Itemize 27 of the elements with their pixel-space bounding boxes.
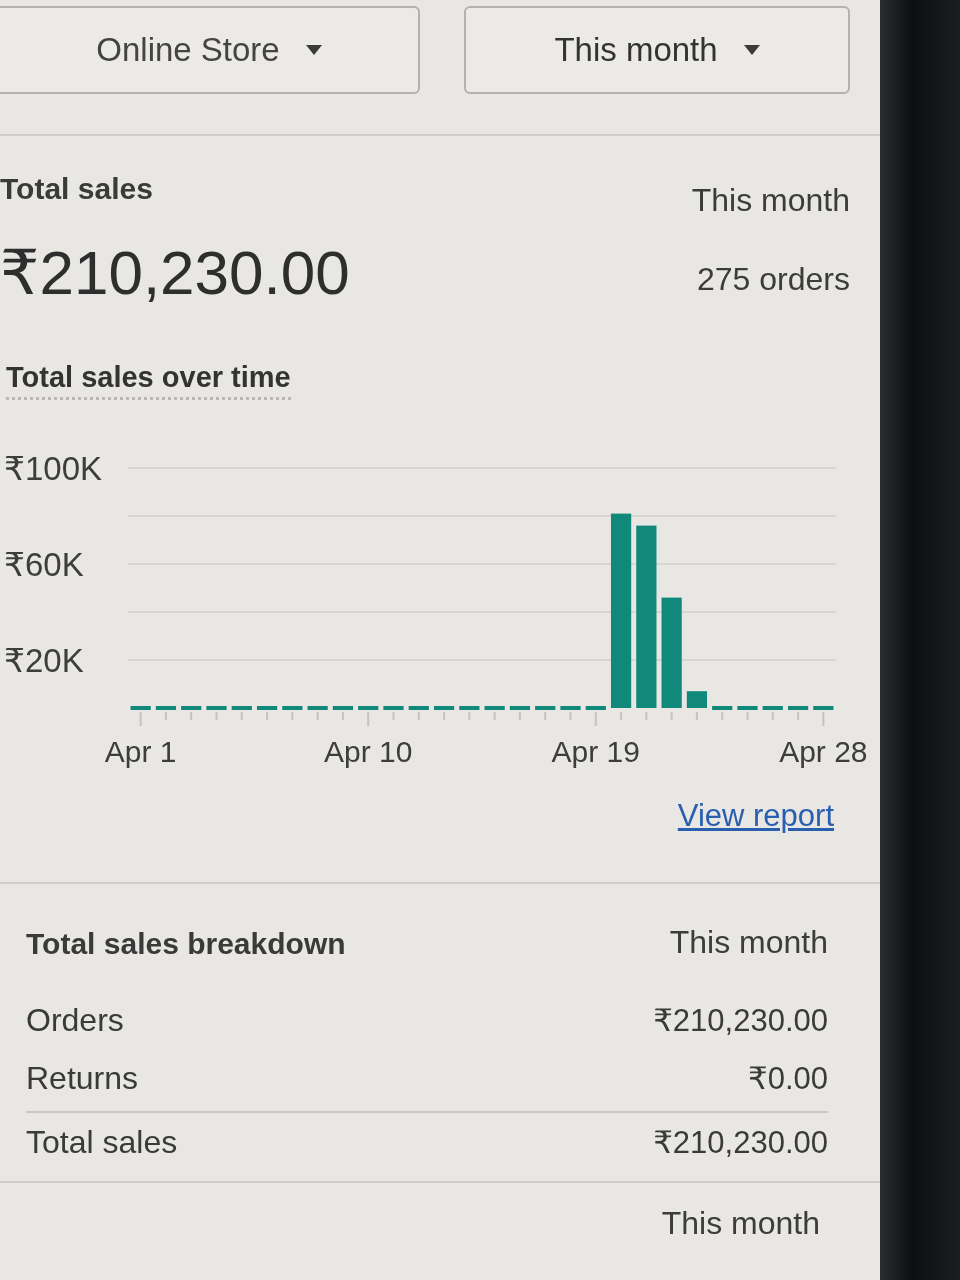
view-report-link[interactable]: View report xyxy=(677,798,834,834)
caret-icon xyxy=(743,45,760,55)
axis-label: Apr 19 xyxy=(551,735,640,768)
section-title: Total sales xyxy=(0,172,154,206)
axis-label: Apr 10 xyxy=(324,735,413,768)
axis-label: Apr 1 xyxy=(104,735,177,768)
axis-label: ₹60K xyxy=(4,546,84,583)
period-label: This month xyxy=(669,924,828,961)
axis-label: Apr 28 xyxy=(779,735,868,768)
axis-label: ₹20K xyxy=(4,642,84,679)
breakdown-label: Orders xyxy=(26,1001,124,1039)
breakdown-label: Total sales xyxy=(26,1123,178,1161)
period-label: This month xyxy=(661,1205,820,1242)
filter-dropdown[interactable]: This month xyxy=(464,6,850,94)
caret-icon xyxy=(305,45,322,55)
orders-count: 275 orders xyxy=(697,261,850,298)
breakdown-value: ₹210,230.00 xyxy=(653,1123,828,1161)
total-amount: ₹210,230.00 xyxy=(0,237,350,309)
breakdown-label: Returns xyxy=(26,1059,139,1097)
breakdown-value: ₹210,230.00 xyxy=(653,1001,828,1039)
period-label: This month xyxy=(691,182,850,219)
axis-label: ₹100K xyxy=(4,450,103,487)
chart-title: Total sales over time xyxy=(6,361,291,400)
sales-bar xyxy=(686,691,708,708)
section-title: Total sales breakdown xyxy=(26,927,346,961)
breakdown-value: ₹0.00 xyxy=(747,1059,828,1097)
filter-dropdown[interactable]: Online Store xyxy=(0,6,420,94)
